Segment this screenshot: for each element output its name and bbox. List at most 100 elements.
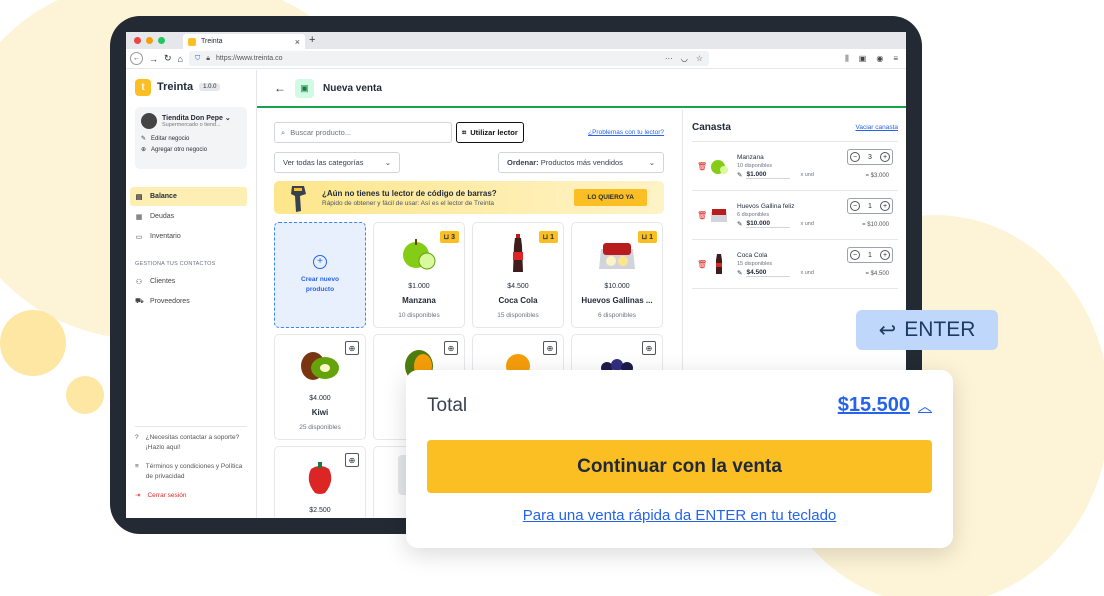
filter-row: Ver todas las categorías ⌄ Ordenar: Prod…: [274, 152, 664, 173]
maximize-window-button[interactable]: [158, 37, 165, 44]
cash-icon: ▣: [295, 78, 314, 98]
cart-item-subtotal: = $10.000: [862, 222, 889, 228]
increment-button[interactable]: +: [880, 250, 890, 260]
url-actions: ··· ◡ ☆: [665, 54, 703, 63]
increment-button[interactable]: +: [880, 201, 890, 211]
close-window-button[interactable]: [134, 37, 141, 44]
back-arrow-icon[interactable]: ←: [274, 81, 286, 95]
continue-sale-button[interactable]: Continuar con la venta: [427, 440, 932, 493]
terms-link[interactable]: ≡ Términos y condiciones y Política de p…: [135, 462, 247, 482]
close-tab-icon[interactable]: ×: [295, 37, 300, 47]
cart-item-price-field[interactable]: ✎ $1.000 x und: [737, 171, 814, 179]
treinta-logo-icon: t: [135, 78, 151, 96]
bookmark-star-icon[interactable]: ☆: [696, 54, 703, 63]
enter-key-badge: ↩ ENTER: [856, 310, 998, 350]
product-price: $4.500: [507, 283, 529, 290]
create-product-card[interactable]: + Crear nuevo producto: [274, 222, 366, 328]
edit-business-link[interactable]: ✎ Editar negocio: [141, 135, 241, 143]
reload-icon[interactable]: ↻: [164, 53, 172, 64]
banner-subtitle: Rápido de obtener y fácil de usar: Así e…: [322, 199, 494, 207]
address-bar: ← → ↻ ⌂ ⛉ 🔒︎ https://www.treinta.co ··· …: [126, 49, 906, 69]
page-header: ← ▣ Nueva venta: [257, 70, 906, 108]
add-to-cart-icon[interactable]: ⊕: [642, 341, 656, 355]
sidebar-item-proveedores[interactable]: ⛟ Proveedores: [130, 292, 247, 311]
product-stock: 25 disponibles: [299, 424, 341, 431]
scanner-problems-link[interactable]: ¿Problemas con tu lector?: [588, 129, 664, 136]
use-scanner-button[interactable]: ⌗ Utilizar lector: [456, 122, 524, 143]
increment-button[interactable]: +: [880, 152, 890, 162]
browser-tab[interactable]: Treinta ×: [183, 34, 305, 49]
product-card-huevos[interactable]: ⊔ 1 $10.000 Huevos Gallinas ... 6 dispon…: [571, 222, 663, 328]
add-to-cart-icon[interactable]: ⊕: [444, 341, 458, 355]
help-icon: ?: [135, 434, 139, 441]
back-icon[interactable]: ←: [130, 52, 143, 65]
proveedores-icon: ⛟: [135, 298, 144, 305]
clear-cart-link[interactable]: Vaciar canasta: [855, 124, 898, 131]
sidebar-item-clientes[interactable]: ⚇ Clientes: [130, 272, 247, 291]
add-to-cart-icon[interactable]: ⊕: [345, 453, 359, 467]
add-to-cart-icon[interactable]: ⊕: [543, 341, 557, 355]
product-card-coca-cola[interactable]: ⊔ 1 $4.500 Coca Cola 15 disponibles: [472, 222, 564, 328]
search-placeholder: Buscar producto...: [290, 128, 352, 137]
sidebar-item-label: Inventario: [150, 233, 181, 240]
pocket-icon[interactable]: ◡: [681, 54, 688, 63]
new-tab-icon[interactable]: +: [309, 34, 315, 46]
product-name: Kiwi: [311, 408, 329, 417]
decrement-button[interactable]: −: [850, 201, 860, 211]
search-icon: ⌕: [281, 127, 286, 137]
product-card-manzana[interactable]: ⊔ 3 $1.000 Manzana 10 disponibles: [373, 222, 465, 328]
cart-item-price-field[interactable]: ✎ $10.000 x und: [737, 220, 814, 228]
decrement-button[interactable]: −: [850, 152, 860, 162]
trash-icon[interactable]: 🗑︎: [692, 162, 709, 171]
decrement-button[interactable]: −: [850, 250, 860, 260]
product-stock: 15 disponibles: [497, 312, 539, 319]
want-it-button[interactable]: LO QUIERO YA: [574, 189, 647, 206]
account-icon[interactable]: ◉: [876, 54, 883, 64]
sidebar-item-deudas[interactable]: ▦ Deudas: [130, 207, 247, 226]
minimize-window-button[interactable]: [146, 37, 153, 44]
logout-icon: ⇥: [135, 492, 141, 499]
deudas-icon: ▦: [135, 213, 143, 221]
forward-icon[interactable]: →: [149, 54, 158, 64]
home-icon[interactable]: ⌂: [178, 54, 183, 64]
chevron-up-icon: ︿: [918, 397, 932, 414]
sidebar-item-label: Clientes: [150, 278, 176, 285]
menu-icon[interactable]: ≡: [893, 54, 898, 64]
stage: Treinta × + ← → ↻ ⌂ ⛉ 🔒︎ https://www.tre…: [0, 0, 1104, 596]
quantity-stepper: − 1 +: [847, 247, 893, 263]
trash-icon[interactable]: 🗑︎: [692, 260, 709, 269]
treinta-favicon-icon: [188, 37, 196, 46]
sidebar-item-inventario[interactable]: ▭ Inventario: [130, 227, 247, 246]
cart-item-price-field[interactable]: ✎ $4.500 x und: [737, 269, 814, 277]
cart-item-price: $10.000: [746, 220, 791, 228]
library-icon[interactable]: ⫼: [845, 54, 849, 64]
trash-icon[interactable]: 🗑︎: [692, 211, 709, 220]
quantity-value[interactable]: 3: [868, 154, 872, 161]
barcode-scanner-image: [288, 184, 308, 212]
product-card-kiwi[interactable]: ⊕ $4.000 Kiwi 25 disponibles: [274, 334, 366, 440]
category-select[interactable]: Ver todas las categorías ⌄: [274, 152, 400, 173]
product-stock: 6 disponibles: [598, 312, 636, 319]
business-selector[interactable]: Tiendita Don Pepe ⌄ Supermercado o tiend…: [141, 113, 241, 129]
support-link[interactable]: ? ¿Necesitas contactar a soporte? ¡Hazlo…: [135, 433, 247, 453]
enter-hint-link[interactable]: Para una venta rápida da ENTER en tu tec…: [427, 507, 932, 524]
sidebar-item-balance[interactable]: ▤ Balance: [130, 187, 247, 206]
order-select-value: Ordenar: Productos más vendidos: [507, 158, 623, 167]
add-business-label: Agregar otro negocio: [151, 146, 208, 153]
logout-link[interactable]: ⇥ Cerrar sesión: [135, 491, 247, 501]
add-to-cart-icon[interactable]: ⊕: [345, 341, 359, 355]
sidebar-toggle-icon[interactable]: ▣: [859, 54, 867, 64]
sidebar-item-label: Proveedores: [150, 298, 190, 305]
total-value-toggle[interactable]: $15.500 ︿: [838, 394, 932, 417]
create-product-line1: Crear nuevo: [301, 276, 339, 283]
add-business-link[interactable]: ⊕ Agregar otro negocio: [141, 146, 241, 154]
search-input[interactable]: ⌕ Buscar producto...: [274, 122, 452, 143]
quantity-value[interactable]: 1: [868, 252, 872, 259]
quantity-value[interactable]: 1: [868, 203, 872, 210]
chevron-down-icon: ⌄: [384, 158, 391, 167]
order-select[interactable]: Ordenar: Productos más vendidos ⌄: [498, 152, 664, 173]
product-card-pepper[interactable]: ⊕ $2.500: [274, 446, 366, 518]
more-icon[interactable]: ···: [665, 54, 673, 63]
url-field[interactable]: ⛉ 🔒︎ https://www.treinta.co ··· ◡ ☆: [188, 51, 709, 66]
product-price: $2.500: [309, 507, 331, 514]
